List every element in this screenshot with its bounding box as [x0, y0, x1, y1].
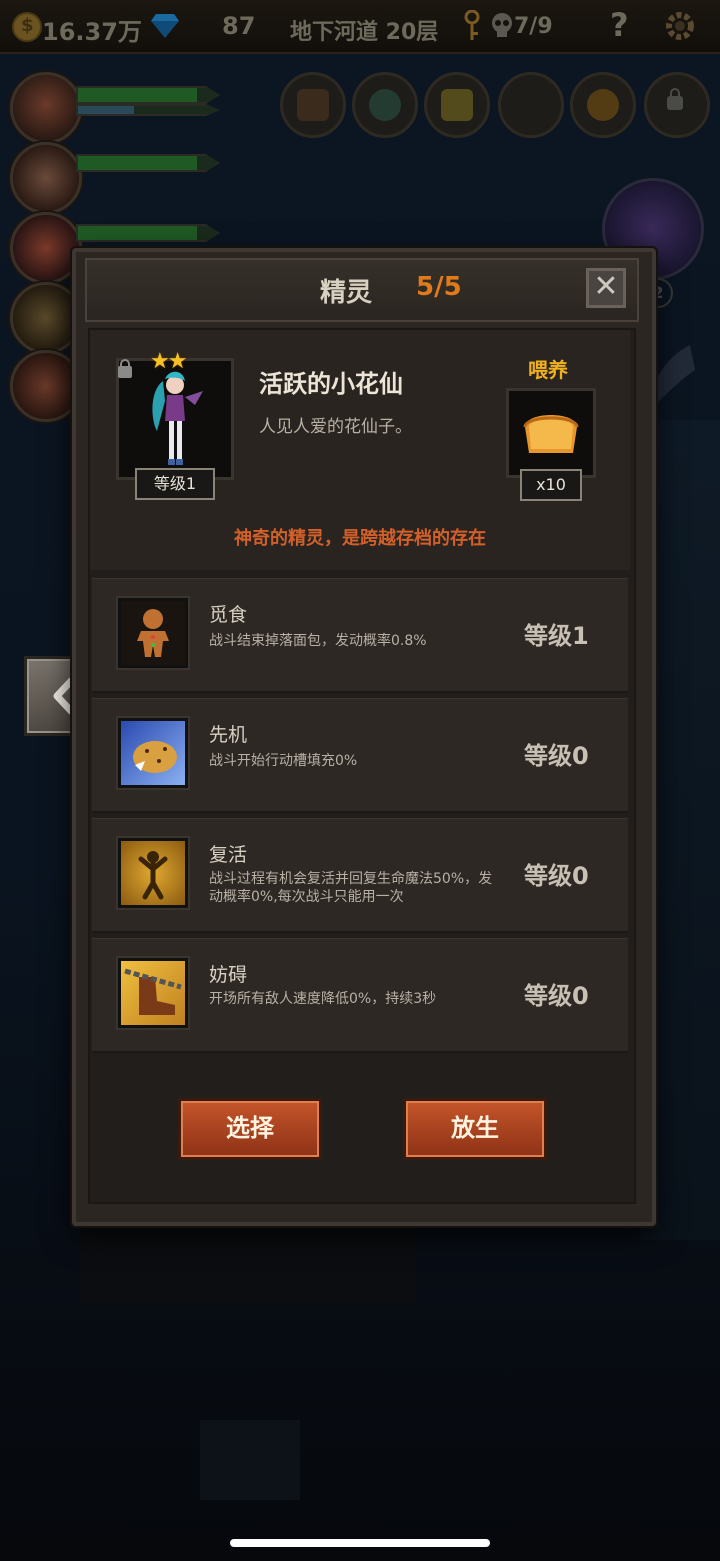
lock-icon[interactable] — [118, 359, 132, 378]
lock-icon — [667, 88, 683, 110]
hero-portrait-2[interactable] — [10, 142, 82, 214]
hero-hp-bar — [76, 224, 220, 242]
key-icon — [464, 10, 480, 40]
help-button[interactable]: ? — [610, 6, 629, 44]
skill-description: 战斗开始行动槽填充0% — [209, 753, 358, 769]
spirit-tagline: 神奇的精灵，是跨越存档的存在 — [234, 528, 486, 549]
skill-level: 等级1 — [524, 622, 589, 650]
skill-description: 战斗过程有机会复活并回复生命魔法50%，发动概率0%,每次战斗只能用一次 — [209, 871, 493, 905]
skill-name: 先机 — [209, 724, 248, 746]
hero-portrait-1[interactable] — [10, 72, 82, 144]
skill-description: 开场所有敌人速度降低0%，持续3秒 — [209, 991, 437, 1007]
star-rating: ★★ — [150, 349, 187, 374]
equip-slot-coffin[interactable] — [280, 72, 346, 138]
equip-slot-empty[interactable] — [498, 72, 564, 138]
select-button[interactable]: 选择 — [178, 1098, 322, 1160]
chained-boot-icon — [118, 958, 188, 1028]
background-tile — [200, 1420, 300, 1500]
bread-count: x10 — [520, 469, 582, 501]
leopard-icon — [118, 718, 188, 788]
gear-icon[interactable] — [664, 10, 696, 42]
diamond-icon — [151, 14, 179, 38]
key-count: 7/9 — [514, 14, 553, 39]
home-indicator[interactable] — [230, 1539, 490, 1547]
bread-icon — [523, 415, 579, 453]
skill-level: 等级0 — [524, 862, 589, 890]
skill-description: 战斗结束掉落面包，发动概率0.8% — [209, 633, 427, 649]
skill-name: 妨碍 — [209, 964, 248, 986]
fairy-name: 活跃的小花仙 — [259, 370, 403, 398]
skill-level: 等级0 — [524, 982, 589, 1010]
close-icon: ✕ — [593, 269, 619, 304]
spirit-count: 5/5 — [416, 272, 462, 302]
gold-amount: 16.37万 — [42, 18, 142, 46]
equip-slot-flask[interactable] — [570, 72, 636, 138]
hero-hp-bar — [76, 86, 220, 104]
feed-label: 喂养 — [528, 358, 568, 382]
skill-name: 觅食 — [209, 604, 248, 626]
background-shadow — [80, 1215, 415, 1305]
release-button[interactable]: 放生 — [403, 1098, 547, 1160]
skill-name: 复活 — [209, 844, 248, 866]
fairy-portrait[interactable] — [116, 358, 234, 480]
revive-icon — [118, 838, 188, 908]
gold-coin-icon — [12, 12, 42, 42]
skill-level: 等级0 — [524, 742, 589, 770]
fairy-description: 人见人爱的花仙子。 — [259, 417, 412, 437]
close-button[interactable]: ✕ — [586, 268, 626, 308]
skull-icon — [492, 13, 512, 37]
gingerbread-icon — [118, 598, 188, 668]
dialog-title: 精灵 — [320, 278, 373, 308]
equip-slot-potion[interactable] — [352, 72, 418, 138]
dungeon-location: 地下河道 20层 — [290, 20, 439, 45]
hero-mp-bar — [76, 104, 220, 116]
equip-slot-feather[interactable] — [424, 72, 490, 138]
feed-button[interactable] — [506, 388, 596, 478]
fairy-level-badge: 等级1 — [135, 468, 215, 500]
gem-amount: 87 — [222, 12, 256, 40]
hero-hp-bar — [76, 154, 220, 172]
fairy-figure — [152, 371, 203, 465]
